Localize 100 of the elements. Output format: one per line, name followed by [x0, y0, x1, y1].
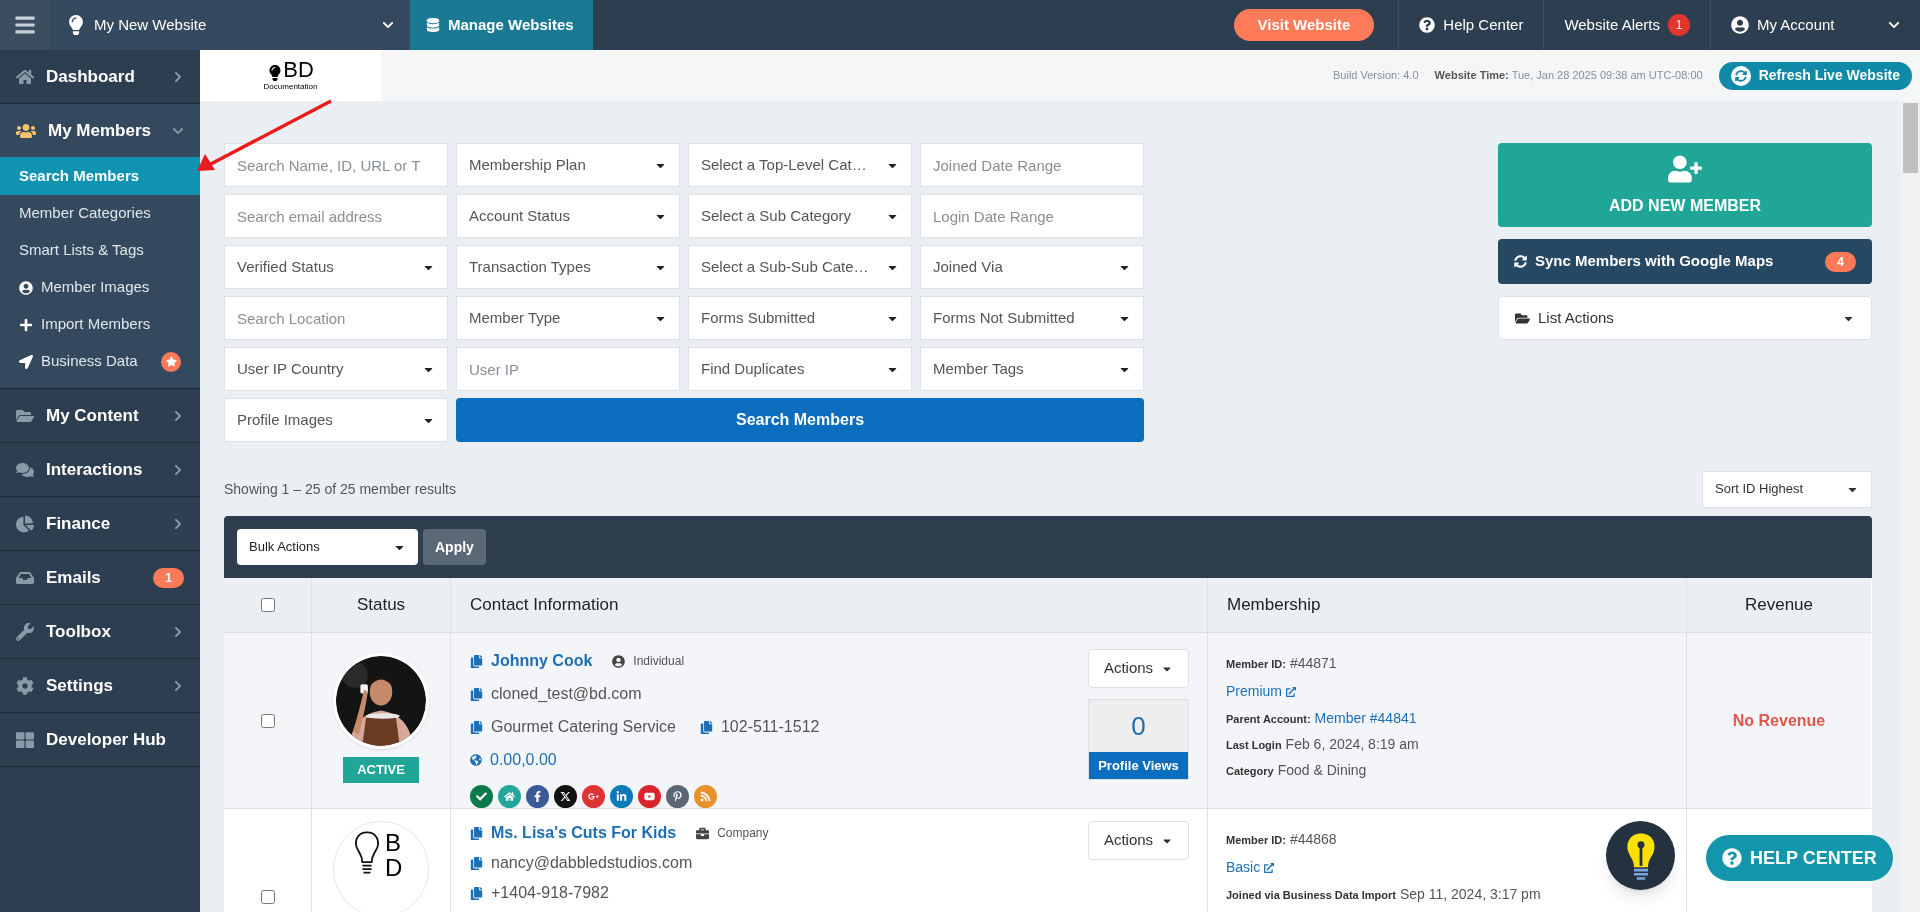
sidebar-section[interactable]: Interactions: [0, 443, 200, 496]
chevron-down-icon: [1888, 19, 1900, 31]
menu-icon: [14, 14, 36, 36]
filter-dropdown[interactable]: Forms Not Submitted: [920, 296, 1144, 340]
filter-dropdown[interactable]: Forms Submitted: [688, 296, 912, 340]
apply-button[interactable]: Apply: [423, 529, 486, 565]
help-center-button[interactable]: HELP CENTER: [1706, 835, 1893, 881]
sidebar-section[interactable]: Emails 1: [0, 551, 200, 604]
filter-field[interactable]: Search Name, ID, URL or T: [224, 143, 448, 187]
sidebar-item[interactable]: Import Members: [0, 306, 200, 343]
database-icon: [426, 18, 440, 32]
parent-account-link[interactable]: Member #44841: [1314, 708, 1417, 729]
filter-dropdown[interactable]: Member Tags: [920, 347, 1144, 391]
bulk-actions-dropdown[interactable]: Bulk Actions: [237, 529, 418, 565]
grid-icon: [16, 730, 34, 749]
sidebar-section[interactable]: My Content: [0, 389, 200, 442]
home-icon[interactable]: [498, 785, 521, 808]
filter-dropdown[interactable]: Account Status: [456, 194, 680, 238]
member-name-link[interactable]: Johnny Cook: [491, 649, 593, 673]
list-actions-dropdown[interactable]: List Actions: [1498, 296, 1872, 340]
filter-dropdown[interactable]: Joined Via: [920, 245, 1144, 289]
row-checkbox[interactable]: [260, 713, 275, 728]
user-icon: [1731, 16, 1749, 34]
actions-dropdown[interactable]: Actions: [1088, 821, 1189, 860]
x-icon[interactable]: [554, 785, 577, 808]
filter-dropdown[interactable]: Membership Plan: [456, 143, 680, 187]
linkedin-icon[interactable]: [610, 785, 633, 808]
sidebar-item[interactable]: Business Data: [0, 343, 200, 380]
filter-field[interactable]: Joined Date Range: [920, 143, 1144, 187]
sidebar-section[interactable]: Toolbox: [0, 605, 200, 658]
pinterest-icon[interactable]: [666, 785, 689, 808]
profile-views-button[interactable]: Profile Views: [1089, 752, 1188, 779]
sidebar-section[interactable]: Dashboard: [0, 50, 200, 103]
google-plus-icon[interactable]: [582, 785, 605, 808]
row-checkbox[interactable]: [260, 889, 275, 904]
filter-dropdown[interactable]: Select a Top-Level Cat…: [688, 143, 912, 187]
column-header: Revenue: [1744, 594, 1814, 617]
sidebar-section[interactable]: Settings: [0, 659, 200, 712]
filter-field[interactable]: Search Location: [224, 296, 448, 340]
plan-link[interactable]: Premium: [1226, 681, 1296, 702]
briefcase-icon: [696, 826, 710, 840]
globe-icon: [470, 754, 482, 766]
youtube-icon[interactable]: [638, 785, 661, 808]
field-label: Category: [1226, 764, 1274, 779]
website-selector[interactable]: My New Website: [50, 0, 410, 50]
help-icon: [1419, 17, 1436, 33]
check-icon[interactable]: [470, 785, 493, 808]
sidebar-item[interactable]: Member Categories: [0, 195, 200, 232]
sidebar-link[interactable]: Developer Hub: [0, 713, 200, 766]
member-type: Individual: [633, 653, 685, 670]
copy-icon: [470, 687, 483, 701]
filter-field[interactable]: Search email address: [224, 194, 448, 238]
sidebar-section[interactable]: Finance: [0, 497, 200, 550]
filter-dropdown[interactable]: Select a Sub-Sub Cate…: [688, 245, 912, 289]
logo-subtitle: Documentation: [263, 80, 318, 93]
select-all-checkbox[interactable]: [260, 598, 275, 612]
member-name-link[interactable]: Ms. Lisa's Cuts For Kids: [491, 821, 677, 845]
filter-field[interactable]: User IP: [456, 347, 680, 391]
filter-dropdown[interactable]: Member Type: [456, 296, 680, 340]
sidebar-section[interactable]: My Members: [0, 104, 200, 157]
location-arrow-icon: [19, 354, 33, 369]
count-badge: 1: [153, 567, 184, 588]
chevron-down-icon: [382, 19, 394, 31]
chevron-right-icon: [172, 625, 184, 638]
status-badge: ACTIVE: [343, 757, 419, 783]
lightbulb-icon: [66, 15, 86, 35]
filter-dropdown[interactable]: Transaction Types: [456, 245, 680, 289]
sort-dropdown[interactable]: Sort ID Highest: [1702, 470, 1872, 508]
facebook-icon[interactable]: [526, 785, 549, 808]
search-members-button[interactable]: Search Members: [456, 398, 1144, 442]
filter-dropdown[interactable]: User IP Country: [224, 347, 448, 391]
chevron-right-icon: [172, 70, 184, 83]
alert-count-badge: 1: [1668, 14, 1690, 36]
actions-dropdown[interactable]: Actions: [1088, 649, 1189, 688]
field-label: Member ID:: [1226, 833, 1286, 848]
filter-dropdown[interactable]: Find Duplicates: [688, 347, 912, 391]
filter-dropdown[interactable]: Select a Sub Category: [688, 194, 912, 238]
member-email: cloned_test@bd.com: [491, 684, 642, 704]
sync-google-maps-button[interactable]: Sync Members with Google Maps 4: [1498, 239, 1872, 284]
sidebar-item[interactable]: Member Images: [0, 269, 200, 306]
menu-button[interactable]: [0, 0, 50, 50]
home-icon: [16, 67, 34, 86]
column-header: Contact Information: [470, 594, 619, 617]
logo-text: BD: [283, 58, 314, 81]
sidebar-item[interactable]: Search Members: [0, 157, 200, 195]
results-summary: Showing 1 – 25 of 25 member results: [224, 479, 456, 499]
website-alerts-link[interactable]: Website Alerts: [1564, 13, 1660, 37]
refresh-live-website-button[interactable]: Refresh Live Website: [1718, 61, 1912, 90]
filter-field[interactable]: Login Date Range: [920, 194, 1144, 238]
plan-link[interactable]: Basic: [1226, 857, 1275, 878]
filter-dropdown[interactable]: Verified Status: [224, 245, 448, 289]
location-link[interactable]: 0.00,0.00: [490, 748, 557, 772]
filter-dropdown[interactable]: Profile Images: [224, 398, 448, 442]
phone-number: 102-511-1512: [720, 717, 820, 737]
user-icon: [612, 654, 626, 668]
field-label: Joined via Business Data Import: [1226, 888, 1396, 903]
chevron-right-icon: [172, 409, 184, 422]
sidebar-item[interactable]: Smart Lists & Tags: [0, 232, 200, 269]
revenue-value: No Revenue: [1732, 710, 1826, 731]
manage-websites-tab[interactable]: Manage Websites: [410, 0, 593, 50]
